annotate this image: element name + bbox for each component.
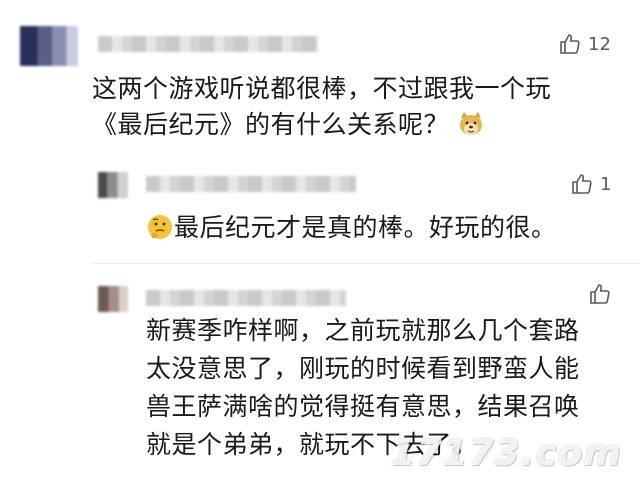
comment-text: 这两个游戏听说都很棒，不过跟我一个玩 《最后纪元》的有什么关系呢？ (92, 71, 612, 143)
doge-emoji (460, 112, 483, 135)
username-blurred[interactable] (146, 290, 346, 306)
username-blurred[interactable] (98, 36, 318, 52)
comment-line: 这两个游戏听说都很棒，不过跟我一个玩 (92, 74, 552, 103)
thumbs-up-icon (572, 174, 592, 194)
comment-line: 太没意思了，刚玩的时候看到野蛮人能 (146, 354, 580, 383)
comment-line: 《最后纪元》的有什么关系呢？ (92, 107, 612, 143)
avatar[interactable] (98, 286, 128, 312)
comment-text: 最后纪元才是真的棒。好玩的很。 (146, 210, 616, 246)
like-count: 12 (588, 33, 611, 55)
comment-line: 最后纪元才是真的棒。好玩的很。 (146, 210, 616, 246)
thumbs-up-icon (560, 34, 580, 54)
divider (92, 263, 640, 264)
watermark-logo: 17173.com (390, 433, 622, 474)
comment-line: 兽王萨满啥的觉得挺有意思，结果召唤 (146, 392, 580, 421)
like-button[interactable]: 12 (558, 32, 611, 56)
like-button[interactable] (588, 282, 618, 306)
like-count: 1 (600, 173, 612, 195)
avatar[interactable] (20, 26, 78, 66)
comment-line: 新赛季咋样啊，之前玩就那么几个套路 (146, 316, 580, 345)
username-blurred[interactable] (146, 176, 356, 192)
thinking-emoji (148, 215, 172, 239)
thumbs-up-icon (590, 284, 610, 304)
like-button[interactable]: 1 (570, 172, 611, 196)
avatar[interactable] (98, 172, 128, 198)
